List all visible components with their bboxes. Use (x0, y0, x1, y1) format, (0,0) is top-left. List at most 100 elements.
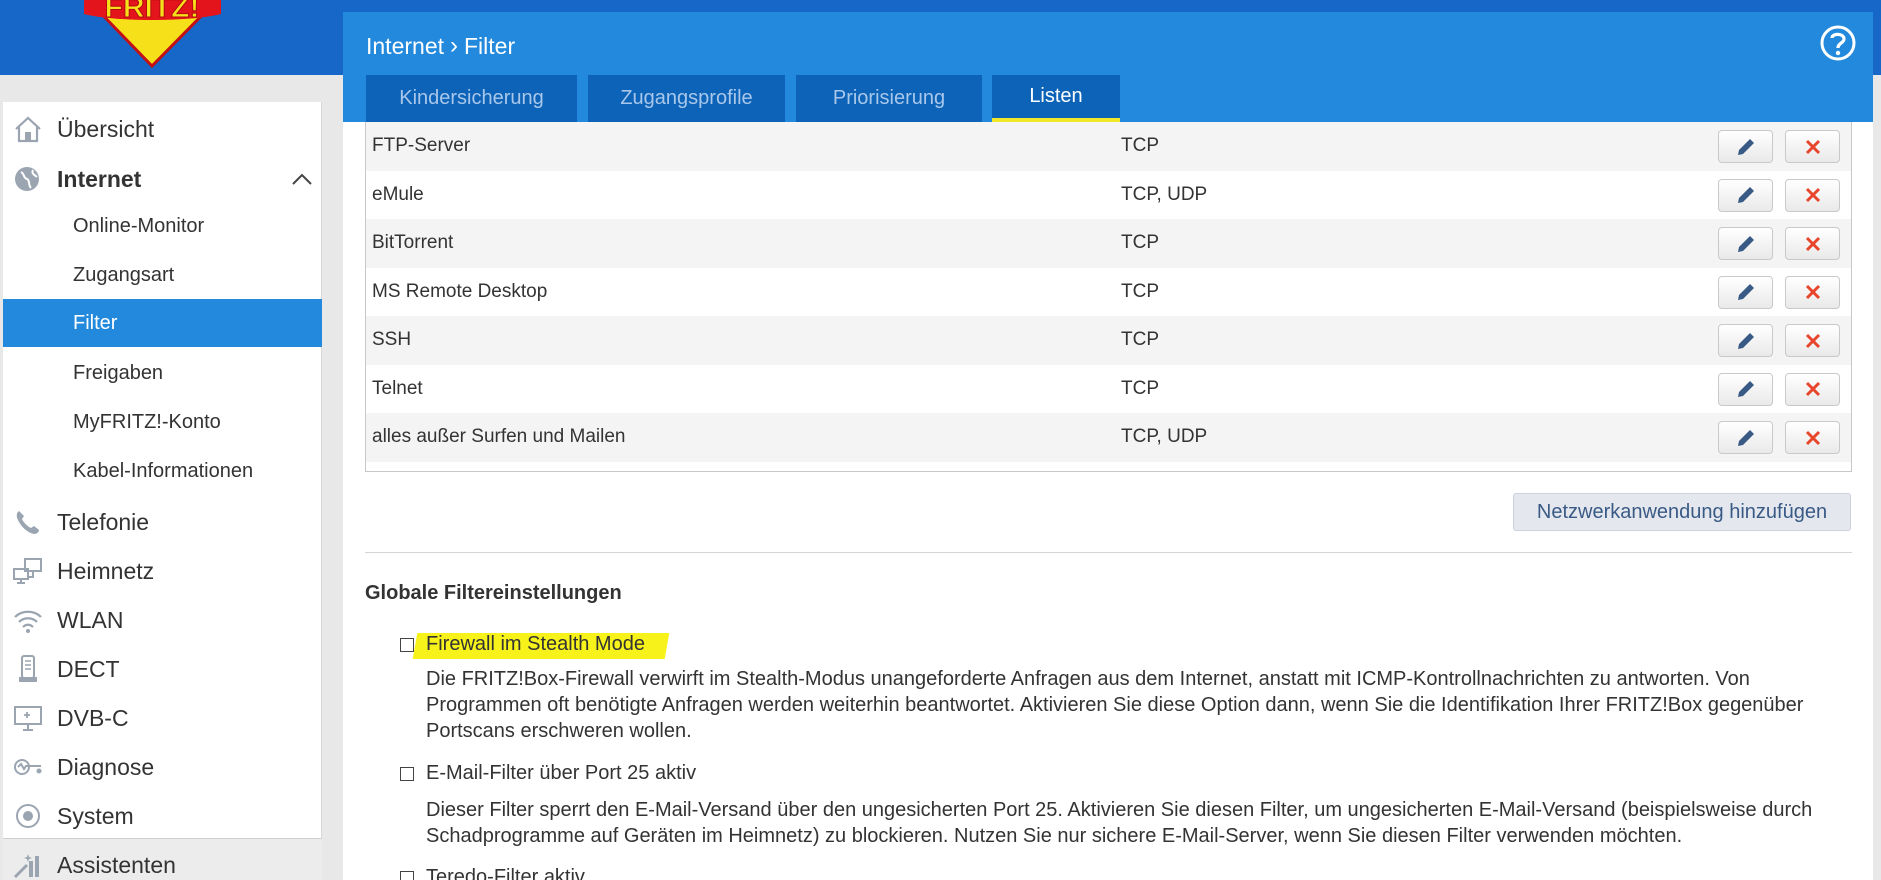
sidebar-subitem-label: Filter (73, 311, 118, 334)
stealth-mode-description: Die FRITZ!Box-Firewall verwirft im Steal… (426, 668, 1804, 742)
stealth-mode-label[interactable]: Firewall im Stealth Mode (426, 633, 645, 656)
tab-label: Priorisierung (832, 87, 946, 109)
sidebar: Übersicht Internet Online-Monitor Zugang… (3, 102, 322, 880)
wizard-icon (13, 854, 39, 879)
email-filter-label[interactable]: E-Mail-Filter über Port 25 aktiv (426, 762, 696, 785)
table-row: Telnet TCP (366, 364, 1851, 413)
phone-icon (16, 511, 39, 534)
application-name: FTP-Server (372, 135, 471, 156)
network-icon (13, 558, 42, 584)
sidebar-subitem-kabel-informationen[interactable]: Kabel-Informationen (3, 447, 322, 495)
edit-button[interactable] (1718, 178, 1773, 212)
sidebar-item-label: System (57, 802, 134, 829)
application-name: Telnet (372, 377, 423, 399)
sidebar-item-label: DECT (57, 655, 120, 682)
sidebar-item-dvb-c[interactable]: DVB-C (3, 695, 322, 741)
application-name: MS Remote Desktop (372, 280, 548, 302)
tab-priorisierung[interactable]: Priorisierung (796, 75, 982, 122)
pencil-icon (1737, 235, 1754, 252)
pencil-icon (1737, 429, 1754, 446)
sidebar-item-system[interactable]: System (3, 793, 322, 839)
pencil-icon (1737, 138, 1754, 155)
close-icon (1805, 430, 1820, 445)
sidebar-item-internet[interactable]: Internet (3, 156, 322, 202)
breadcrumb-separator-icon: › (450, 32, 458, 59)
sidebar-subitem-online-monitor[interactable]: Online-Monitor (3, 202, 322, 250)
table-row: FTP-Server TCP (366, 122, 1851, 171)
global-settings-title: Globale Filtereinstellungen (365, 582, 622, 604)
sidebar-item-wlan[interactable]: WLAN (3, 597, 322, 643)
add-network-application-button[interactable]: Netzwerkanwendung hinzufügen (1513, 493, 1851, 531)
sidebar-item-label: Diagnose (57, 753, 155, 780)
add-button-label: Netzwerkanwendung hinzufügen (1536, 500, 1828, 523)
sidebar-subitem-freigaben[interactable]: Freigaben (3, 349, 322, 397)
sidebar-item-assistenten[interactable]: Assistenten (3, 842, 322, 880)
breadcrumb: Internet › Filter (366, 32, 515, 60)
stealth-mode-checkbox[interactable] (400, 638, 414, 652)
delete-button[interactable] (1785, 227, 1840, 260)
sidebar-subitem-label: Online-Monitor (73, 214, 205, 237)
edit-button[interactable] (1718, 421, 1773, 454)
sidebar-item-label: Telefonie (57, 508, 150, 535)
sidebar-item-diagnose[interactable]: Diagnose (3, 744, 322, 790)
table-row: eMule TCP, UDP (366, 170, 1851, 219)
application-protocol: TCP (1121, 377, 1159, 399)
edit-button[interactable] (1718, 372, 1773, 406)
sidebar-item-uebersicht[interactable]: Übersicht (3, 106, 322, 152)
help-icon[interactable] (1819, 24, 1857, 62)
sidebar-subitem-label: Kabel-Informationen (73, 459, 254, 482)
email-filter-description: Dieser Filter sperrt den E-Mail-Versand … (426, 799, 1813, 847)
tab-zugangsprofile[interactable]: Zugangsprofile (588, 75, 785, 122)
edit-button[interactable] (1718, 130, 1773, 163)
email-filter-checkbox[interactable] (400, 767, 414, 781)
chevron-up-icon[interactable] (291, 172, 313, 186)
sidebar-item-heimnetz[interactable]: Heimnetz (3, 548, 322, 594)
sidebar-subitem-myfritz-konto[interactable]: MyFRITZ!-Konto (3, 398, 322, 446)
logo-text: FRITZ! (105, 0, 200, 24)
pencil-icon (1737, 187, 1754, 203)
application-protocol: TCP (1121, 135, 1159, 156)
section-divider (365, 552, 1852, 553)
sidebar-item-dect[interactable]: DECT (3, 646, 322, 692)
breadcrumb-current: Filter (464, 32, 516, 59)
application-protocol: TCP (1121, 280, 1159, 302)
delete-button[interactable] (1785, 324, 1840, 357)
fritz-logo[interactable]: FRITZ! (70, 0, 235, 68)
diagnose-icon (14, 759, 42, 775)
sidebar-subitem-filter[interactable]: Filter (3, 299, 322, 347)
delete-button[interactable] (1785, 372, 1840, 406)
breadcrumb-root[interactable]: Internet (366, 33, 444, 60)
application-name: SSH (372, 329, 412, 350)
delete-button[interactable] (1785, 178, 1840, 212)
globe-icon (15, 167, 39, 191)
close-icon (1805, 333, 1820, 348)
home-icon (15, 116, 41, 143)
tv-icon (14, 706, 42, 731)
sidebar-subitem-label: Zugangsart (73, 263, 175, 286)
tab-label: Kindersicherung (399, 87, 544, 109)
application-protocol: TCP, UDP (1121, 183, 1208, 205)
close-icon (1805, 284, 1820, 300)
tab-kindersicherung[interactable]: Kindersicherung (366, 75, 577, 122)
wifi-icon (14, 610, 42, 633)
close-icon (1805, 187, 1820, 203)
sidebar-item-label: DVB-C (57, 704, 129, 731)
tab-label: Listen (1029, 85, 1083, 107)
tab-listen[interactable]: Listen (992, 75, 1120, 122)
delete-button[interactable] (1785, 130, 1840, 163)
close-icon (1805, 139, 1820, 154)
teredo-filter-checkbox[interactable] (400, 871, 414, 880)
sidebar-subitem-label: MyFRITZ!-Konto (73, 410, 221, 433)
sidebar-item-label: Internet (57, 165, 142, 192)
edit-button[interactable] (1718, 324, 1773, 357)
sidebar-subitem-zugangsart[interactable]: Zugangsart (3, 251, 322, 299)
table-row: BitTorrent TCP (366, 219, 1851, 268)
delete-button[interactable] (1785, 275, 1840, 309)
application-protocol: TCP (1121, 329, 1159, 350)
delete-button[interactable] (1785, 421, 1840, 454)
pencil-icon (1737, 332, 1754, 349)
edit-button[interactable] (1718, 227, 1773, 260)
teredo-filter-label[interactable]: Teredo-Filter aktiv (426, 866, 585, 880)
edit-button[interactable] (1718, 275, 1773, 309)
sidebar-item-telefonie[interactable]: Telefonie (3, 499, 322, 545)
